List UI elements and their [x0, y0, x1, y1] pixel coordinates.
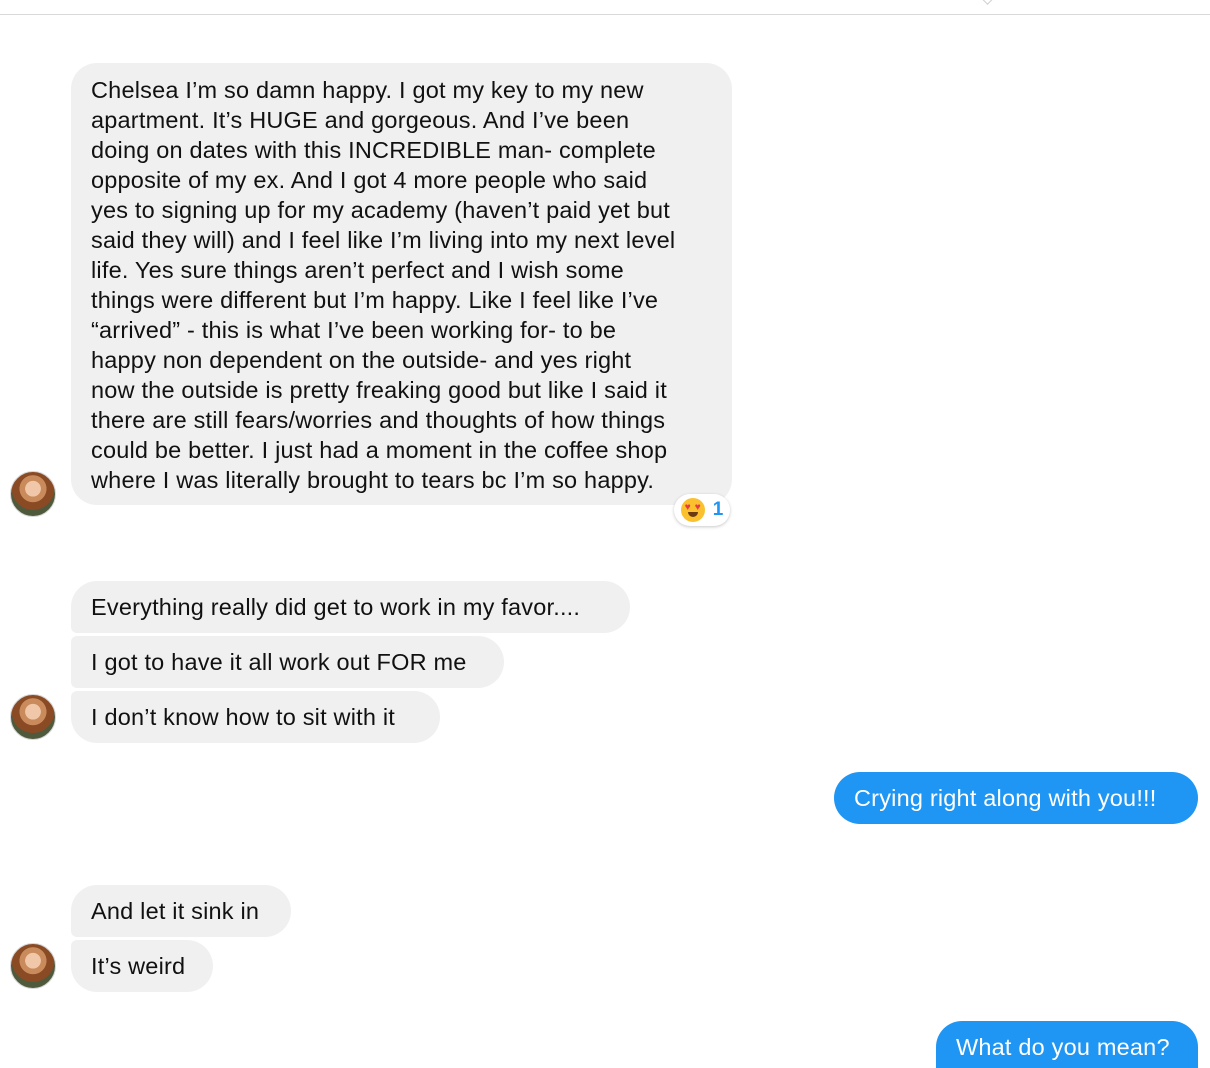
- incoming-message[interactable]: Chelsea I’m so damn happy. I got my key …: [71, 63, 732, 505]
- incoming-message[interactable]: Everything really did get to work in my …: [71, 581, 630, 633]
- outgoing-message[interactable]: Crying right along with you!!!: [834, 772, 1198, 824]
- conversation-header-edge: [0, 0, 1210, 15]
- incoming-message[interactable]: And let it sink in: [71, 885, 291, 937]
- avatar[interactable]: [10, 694, 56, 740]
- heart-eyes-emoji-icon: ♥ ♥: [680, 498, 705, 522]
- avatar[interactable]: [10, 943, 56, 989]
- message-reaction[interactable]: ♥ ♥ 1: [674, 494, 730, 526]
- chevron-down-icon[interactable]: [981, 0, 994, 5]
- incoming-message[interactable]: I got to have it all work out FOR me: [71, 636, 504, 688]
- reaction-count: 1: [712, 499, 724, 520]
- avatar[interactable]: [10, 471, 56, 517]
- incoming-message[interactable]: I don’t know how to sit with it: [71, 691, 440, 743]
- incoming-message[interactable]: It’s weird: [71, 940, 213, 992]
- outgoing-message[interactable]: What do you mean?: [936, 1021, 1198, 1068]
